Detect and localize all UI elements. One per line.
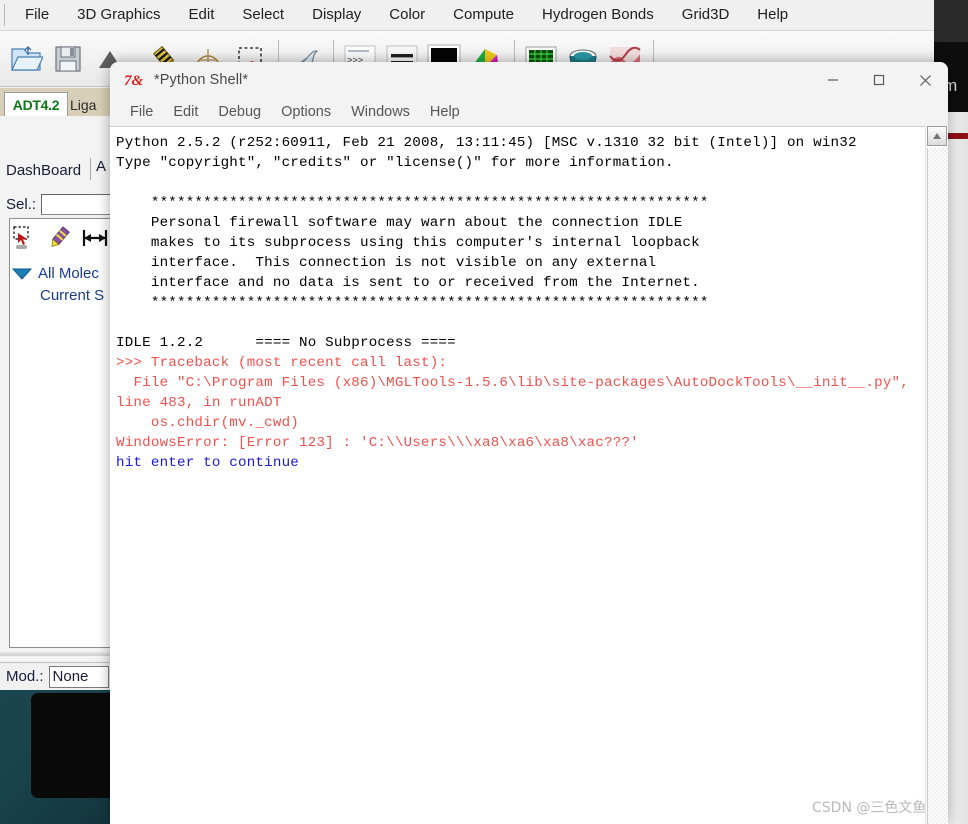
adt-menu-3d-graphics[interactable]: 3D Graphics xyxy=(63,0,174,30)
shell-output-line: hit enter to continue xyxy=(116,455,299,471)
adt-tab-adt42[interactable]: ADT4.2 xyxy=(4,92,68,117)
shell-menu-debug[interactable]: Debug xyxy=(208,98,271,126)
shell-window-controls xyxy=(810,62,948,98)
shell-output-line: Personal firewall software may warn abou… xyxy=(150,215,683,231)
minimize-icon[interactable] xyxy=(810,62,856,98)
shell-output-line: Type "copyright", "credits" or "license(… xyxy=(116,155,674,171)
adt-tab-adt42-label: ADT4.2 xyxy=(12,97,60,113)
adt-menu-bar: File 3D Graphics Edit Select Display Col… xyxy=(0,0,934,31)
shell-output-line: WindowsError: [Error 123] : 'C:\\Users\\… xyxy=(116,435,639,451)
shell-output-text[interactable]: Python 2.5.2 (r252:60911, Feb 21 2008, 1… xyxy=(114,131,920,821)
desktop-black-window xyxy=(31,693,115,798)
adt-menu-color[interactable]: Color xyxy=(375,0,439,30)
shell-output-line: >>> Traceback (most recent call last): xyxy=(116,355,448,371)
adt-menu-edit[interactable]: Edit xyxy=(175,0,229,30)
shell-output-line: interface. This connection is not visibl… xyxy=(150,255,657,271)
shell-scrollbar[interactable] xyxy=(925,126,948,824)
panel-selection-row: Sel.: xyxy=(6,192,112,216)
shell-menu-windows[interactable]: Windows xyxy=(341,98,420,126)
panel-dashboard-label: DashBoard xyxy=(6,161,82,179)
panel-mod-label: Mod.: xyxy=(6,668,44,685)
panel-icon-row xyxy=(12,222,112,258)
save-disk-icon[interactable] xyxy=(48,37,88,81)
select-drag-icon[interactable] xyxy=(12,225,36,256)
selection-input[interactable] xyxy=(41,193,112,215)
desktop-dark-region-top xyxy=(932,0,968,42)
panel-mod-value[interactable]: None xyxy=(48,665,109,688)
shell-menu-help[interactable]: Help xyxy=(420,98,470,126)
shell-output-line: File "C:\Program Files (x86)\MGLTools-1.… xyxy=(116,375,909,411)
shell-menu-edit[interactable]: Edit xyxy=(163,98,208,126)
panel-tab-divider xyxy=(90,158,91,180)
tree-label-current-selection: Current S xyxy=(40,286,105,304)
shell-output-line: ****************************************… xyxy=(150,195,709,211)
adt-menu-display[interactable]: Display xyxy=(298,0,375,30)
csdn-watermark: CSDN @三色文鱼 xyxy=(812,800,927,816)
idle-python-icon: 7& xyxy=(124,69,146,91)
tree-label-all-molecules: All Molec xyxy=(38,264,99,282)
close-icon[interactable] xyxy=(902,62,948,98)
panel-selection-label: Sel.: xyxy=(6,195,37,213)
adt-tab-ligand[interactable]: Liga xyxy=(70,94,115,116)
shell-title-text: *Python Shell* xyxy=(154,72,249,88)
shell-menu-options[interactable]: Options xyxy=(271,98,341,126)
shell-title-bar[interactable]: 7& *Python Shell* xyxy=(110,62,948,98)
shell-output-area[interactable]: Python 2.5.2 (r252:60911, Feb 21 2008, 1… xyxy=(110,126,948,824)
shell-menu-file[interactable]: File xyxy=(120,98,163,126)
tree-row-current-selection[interactable]: Current S xyxy=(12,284,112,306)
shell-output-line: os.chdir(mv._cwd) xyxy=(150,415,299,431)
shell-output-line: ****************************************… xyxy=(150,295,709,311)
svg-text:7&: 7& xyxy=(124,73,144,89)
adt-menu-compute[interactable]: Compute xyxy=(439,0,528,30)
shell-output-line: makes to its subprocess using this compu… xyxy=(150,235,700,251)
shell-output-line: interface and no data is sent to or rece… xyxy=(150,275,700,291)
adt-tab-ligand-label: Liga xyxy=(70,97,97,113)
panel-mod-row: Mod.: None xyxy=(0,662,115,690)
shell-output-line: IDLE 1.2.2 ==== No Subprocess ==== xyxy=(116,335,456,351)
adt-menu-file[interactable]: File xyxy=(11,0,63,30)
shell-output-line: Python 2.5.2 (r252:60911, Feb 21 2008, 1… xyxy=(116,135,857,151)
measure-distance-icon[interactable] xyxy=(80,227,110,254)
maximize-icon[interactable] xyxy=(856,62,902,98)
shell-menu-bar: File Edit Debug Options Windows Help xyxy=(110,98,948,126)
panel-listbox-bottom-edge xyxy=(0,652,115,656)
scroll-up-arrow-icon[interactable] xyxy=(927,126,947,146)
adt-menu-select[interactable]: Select xyxy=(228,0,298,30)
tree-row-all-molecules[interactable]: All Molec xyxy=(11,262,112,284)
adt-menu-help[interactable]: Help xyxy=(743,0,802,30)
panel-dashboard-tab[interactable]: DashBoard xyxy=(6,156,81,184)
adt-menu-hydrogen-bonds[interactable]: Hydrogen Bonds xyxy=(528,0,668,30)
adt-menu-grid3d[interactable]: Grid3D xyxy=(668,0,744,30)
crayon-icon[interactable] xyxy=(46,225,72,256)
chevron-down-icon[interactable] xyxy=(11,267,33,280)
open-folder-icon[interactable] xyxy=(6,37,46,81)
panel-molecule-tree: All Molec Current S xyxy=(11,262,112,306)
shell-scrollbar-track[interactable] xyxy=(927,148,948,824)
panel-second-tab[interactable]: A xyxy=(96,158,106,175)
menu-left-grip xyxy=(4,4,7,26)
python-shell-window: 7& *Python Shell* File Edit Debug Option… xyxy=(110,62,948,824)
